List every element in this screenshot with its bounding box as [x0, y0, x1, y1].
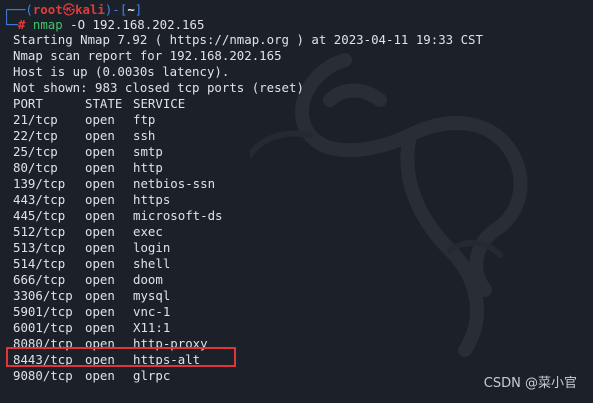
table-row: 445/tcp open microsoft-ds [13, 208, 223, 224]
port-cell: 80/tcp [13, 160, 58, 175]
port-cell: 9080/tcp [13, 368, 73, 383]
port-cell: 512/tcp [13, 224, 66, 239]
state-cell: open [85, 240, 115, 255]
state-cell: open [85, 208, 115, 223]
output-line: Starting Nmap 7.92 ( https://nmap.org ) … [13, 32, 483, 47]
table-row: 25/tcp open smtp [13, 144, 163, 160]
table-row: 139/tcp open netbios-ssn [13, 176, 215, 192]
service-cell: microsoft-ds [133, 208, 223, 223]
state-cell: open [85, 368, 115, 383]
service-cell: http [133, 160, 163, 175]
state-cell: open [85, 144, 115, 159]
table-row: 3306/tcp open mysql [13, 288, 170, 304]
command-line: └─# nmap -O 192.168.202.165 [3, 17, 204, 33]
state-cell: open [85, 176, 115, 191]
state-cell: open [85, 272, 115, 287]
table-row: 80/tcp open http [13, 160, 163, 176]
prompt-separator-icon: ㉿ [62, 2, 76, 17]
prompt-host: kali [75, 2, 105, 17]
terminal-window[interactable]: ┌──(root㉿kali)-[~] └─# nmap -O 192.168.2… [0, 0, 593, 403]
table-row: 443/tcp open https [13, 192, 170, 208]
table-row: 512/tcp open exec [13, 224, 163, 240]
state-cell: open [85, 304, 115, 319]
table-row: 666/tcp open doom [13, 272, 163, 288]
prompt-box-top: ┌──( [3, 2, 33, 17]
output-line: Nmap scan report for 192.168.202.165 [13, 48, 282, 63]
table-row: 514/tcp open shell [13, 256, 170, 272]
table-row: 21/tcp open ftp [13, 112, 155, 128]
service-cell: shell [133, 256, 171, 271]
command-args: -O 192.168.202.165 [62, 17, 205, 32]
highlight-box [6, 347, 236, 367]
service-cell: mysql [133, 288, 171, 303]
service-cell: ftp [133, 112, 156, 127]
prompt-user: root [32, 2, 63, 17]
service-cell: login [133, 240, 171, 255]
prompt-box-end: ] [134, 2, 143, 17]
prompt-hash: # [17, 17, 26, 32]
service-cell: https [133, 192, 171, 207]
state-cell: open [85, 320, 115, 335]
port-cell: 3306/tcp [13, 288, 73, 303]
port-cell: 443/tcp [13, 192, 66, 207]
port-cell: 514/tcp [13, 256, 66, 271]
prompt-box-bottom: └─ [3, 17, 18, 32]
state-cell: open [85, 224, 115, 239]
service-cell: vnc-1 [133, 304, 171, 319]
output-line: Host is up (0.0030s latency). [13, 64, 230, 79]
port-cell: 5901/tcp [13, 304, 73, 319]
watermark: CSDN @菜小官 [483, 376, 577, 391]
port-cell: 21/tcp [13, 112, 58, 127]
service-cell: ssh [133, 128, 156, 143]
table-row: 513/tcp open login [13, 240, 170, 256]
state-cell: open [85, 128, 115, 143]
port-cell: 445/tcp [13, 208, 66, 223]
prompt-header: ┌──(root㉿kali)-[~] [3, 2, 142, 18]
service-cell: exec [133, 224, 163, 239]
state-cell: open [85, 160, 115, 175]
service-cell: X11:1 [133, 320, 171, 335]
port-cell: 139/tcp [13, 176, 66, 191]
header-service: SERVICE [133, 96, 186, 111]
service-cell: smtp [133, 144, 163, 159]
state-cell: open [85, 112, 115, 127]
prompt-directory: ~ [127, 2, 135, 17]
header-state: STATE [85, 96, 123, 111]
table-row: 5901/tcp open vnc-1 [13, 304, 170, 320]
output-line: Not shown: 983 closed tcp ports (reset) [13, 80, 304, 95]
prompt-box-mid: )-[ [104, 2, 128, 17]
command-name: nmap [32, 17, 63, 32]
table-row: 22/tcp open ssh [13, 128, 155, 144]
header-port: PORT [13, 96, 43, 111]
port-cell: 666/tcp [13, 272, 66, 287]
state-cell: open [85, 288, 115, 303]
port-cell: 22/tcp [13, 128, 58, 143]
state-cell: open [85, 192, 115, 207]
table-row: 6001/tcp open X11:1 [13, 320, 170, 336]
table-header: PORT STATE SERVICE [13, 96, 185, 112]
service-cell: doom [133, 272, 163, 287]
service-cell: netbios-ssn [133, 176, 216, 191]
table-row: 9080/tcp open glrpc [13, 368, 170, 384]
port-cell: 6001/tcp [13, 320, 73, 335]
state-cell: open [85, 256, 115, 271]
port-cell: 513/tcp [13, 240, 66, 255]
service-cell: glrpc [133, 368, 171, 383]
port-cell: 25/tcp [13, 144, 58, 159]
